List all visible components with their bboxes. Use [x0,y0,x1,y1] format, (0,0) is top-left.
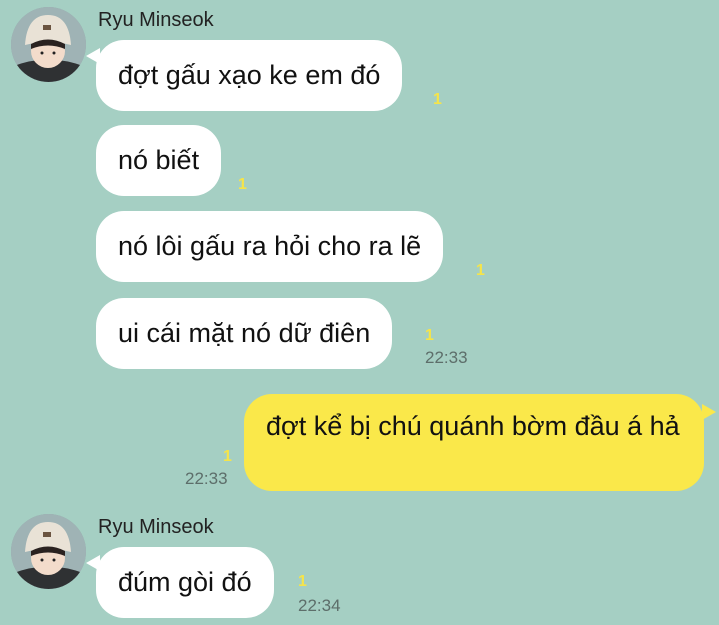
unread-count: 1 [238,176,247,193]
message-text: nó biết [118,145,200,175]
unread-count: 1 [223,448,232,465]
avatar-photo-icon [11,7,86,82]
message-bubble[interactable]: đợt gấu xạo ke em đó [85,40,403,111]
message-bubble[interactable]: ui cái mặt nó dữ điên [96,298,393,369]
message-timestamp: 22:34 [298,596,341,615]
sender-avatar[interactable] [11,514,86,589]
unread-count: 1 [298,573,307,590]
message-text: đợt gấu xạo ke em đó [118,60,381,90]
unread-count: 1 [425,327,434,344]
message-text: ui cái mặt nó dữ điên [118,318,371,348]
avatar-photo-icon [11,514,86,589]
sender-name: Ryu Minseok [98,9,214,31]
message-bubble[interactable]: đúm gòi đó [86,547,274,618]
outgoing-message-bubble[interactable]: đợt kể bị chú quánh bờm đầu á hả [244,394,716,491]
message-timestamp: 22:33 [185,469,228,488]
message-bubble[interactable]: nó biết [96,125,222,196]
message-text: đợt kể bị chú quánh bờm đầu á hả [266,411,680,441]
message-bubble[interactable]: nó lôi gấu ra hỏi cho ra lẽ [96,211,444,282]
unread-count: 1 [433,91,442,108]
message-text: đúm gòi đó [118,567,252,597]
message-text: nó lôi gấu ra hỏi cho ra lẽ [118,231,422,261]
unread-count: 1 [476,262,485,279]
message-timestamp: 22:33 [425,348,468,367]
sender-avatar[interactable] [11,7,86,82]
sender-name: Ryu Minseok [98,516,214,538]
